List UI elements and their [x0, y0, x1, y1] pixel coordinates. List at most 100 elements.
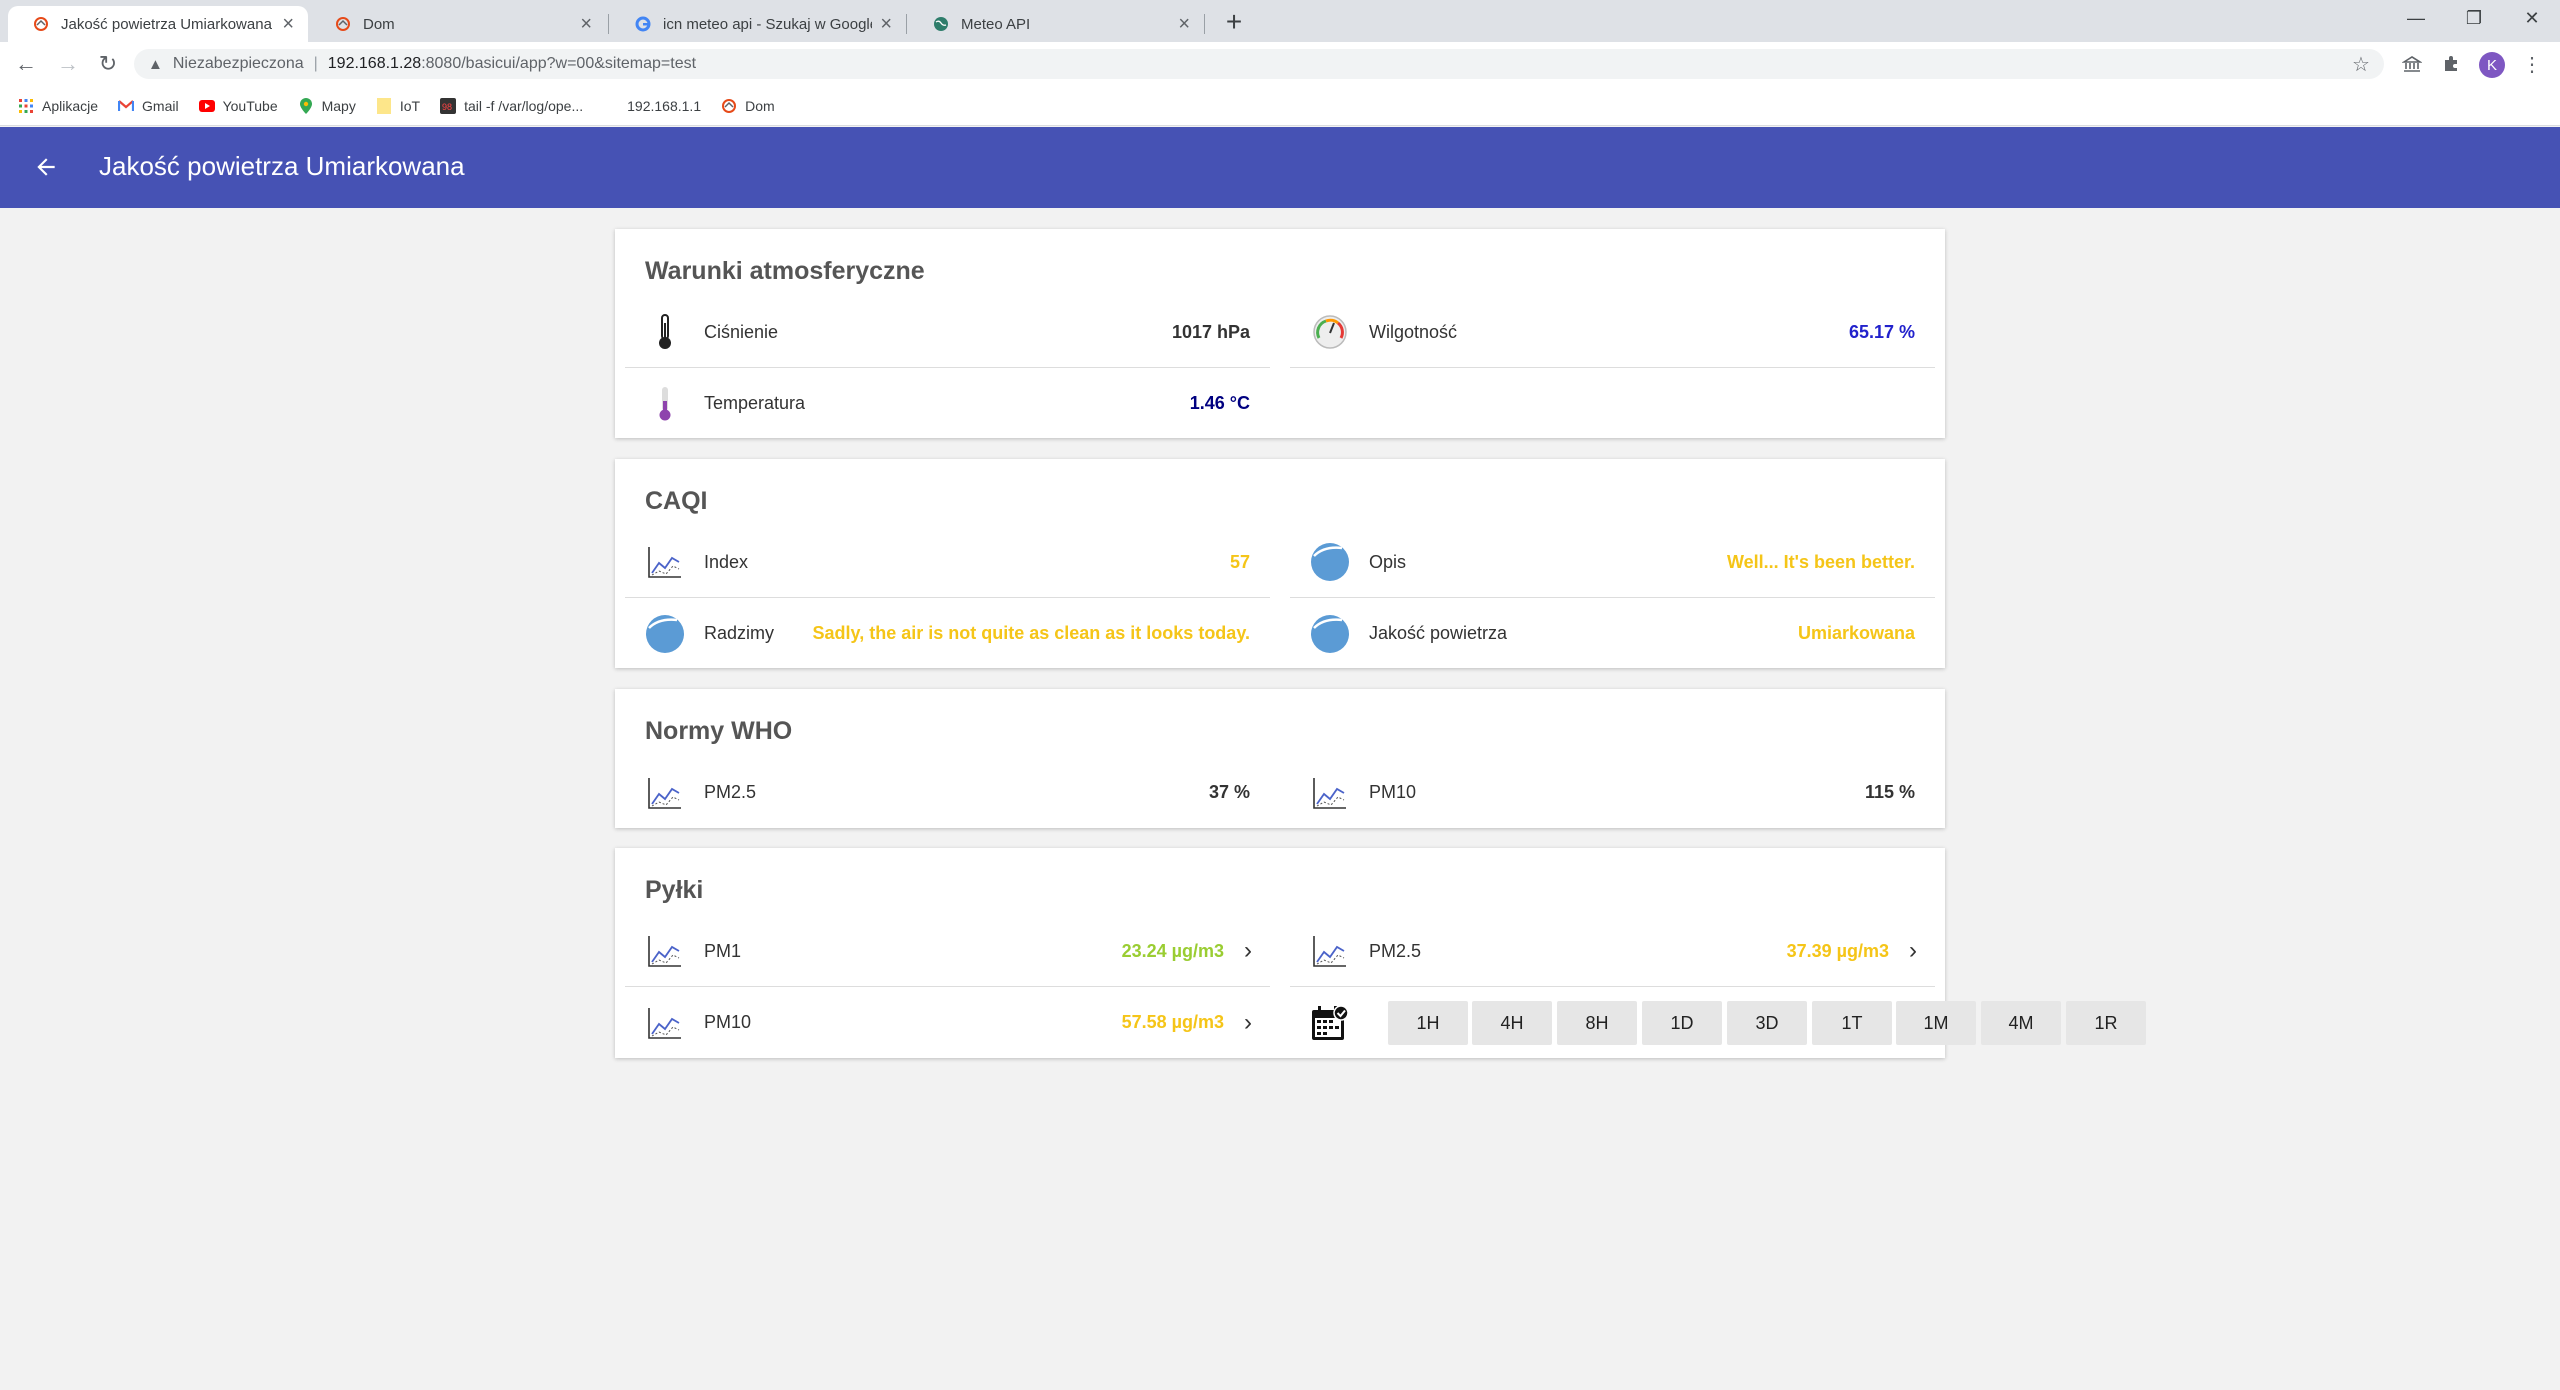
pressure-label: Ciśnienie — [704, 321, 779, 342]
period-button-4h[interactable]: 4H — [1472, 1001, 1552, 1045]
blank-page-icon — [603, 98, 619, 114]
chevron-right-icon[interactable]: › — [1230, 937, 1266, 965]
caqi-quality-row: Jakość powietrza Umiarkowana — [1290, 598, 1935, 669]
caqi-description-value: Well... It's been better. — [1727, 551, 1915, 572]
caqi-index-row: Index 57 — [625, 527, 1270, 598]
pollen-pm1-value: 23.24 µg/m3 — [1121, 940, 1224, 961]
bank-icon[interactable] — [2398, 50, 2426, 78]
browser-toolbar: ← → ↻ ▲ Niezabezpieczona | 192.168.1.28 … — [0, 42, 2560, 86]
close-tab-icon[interactable]: × — [580, 14, 592, 34]
caqi-advice-row: Radzimy Sadly, the air is not quite as c… — [625, 598, 1270, 669]
line-chart-icon — [645, 773, 685, 813]
thermometer-purple-icon — [645, 384, 685, 424]
page-title: Jakość powietrza Umiarkowana — [99, 151, 465, 181]
pollen-pm1-row[interactable]: PM1 23.24 µg/m3 › — [625, 916, 1270, 987]
who-pm25-value: 37 % — [1208, 782, 1250, 802]
youtube-icon — [198, 98, 215, 114]
bookmark-label: YouTube — [222, 97, 278, 114]
period-button-1r[interactable]: 1R — [2066, 1001, 2146, 1045]
who-pm10-label: PM10 — [1369, 782, 1417, 802]
section-who: Normy WHO PM2.5 37 % PM10 115 % — [615, 689, 1945, 828]
thermometer-dark-icon — [645, 312, 685, 352]
pollen-pm25-label: PM2.5 — [1369, 940, 1422, 961]
period-button-1t[interactable]: 1T — [1812, 1001, 1892, 1045]
browser-tab[interactable]: Dom × — [310, 6, 606, 42]
period-button-8h[interactable]: 8H — [1557, 1001, 1637, 1045]
close-tab-icon[interactable]: × — [880, 14, 892, 34]
bookmark-star-icon[interactable]: ☆ — [2347, 50, 2375, 78]
section-title: Normy WHO — [645, 717, 793, 745]
period-button-4m[interactable]: 4M — [1981, 1001, 2061, 1045]
tab-title: Dom — [363, 15, 395, 33]
close-tab-icon[interactable]: × — [1178, 14, 1190, 34]
bookmark-apps[interactable]: Aplikacje — [18, 98, 98, 114]
minimize-icon[interactable]: — — [2388, 0, 2444, 36]
separator: | — [313, 55, 318, 72]
chevron-right-icon[interactable]: › — [1895, 937, 1931, 965]
temperature-label: Temperatura — [704, 393, 806, 413]
close-tab-icon[interactable]: × — [282, 14, 294, 34]
bookmark-dom[interactable]: Dom — [721, 98, 775, 114]
back-arrow-icon[interactable]: ← — [10, 48, 42, 80]
bookmark-router[interactable]: 192.168.1.1 — [603, 98, 701, 114]
tab-separator — [906, 14, 907, 34]
who-pm25-row: PM2.5 37 % — [625, 757, 1270, 828]
profile-avatar[interactable]: K — [2479, 52, 2505, 78]
reload-icon[interactable]: ↻ — [92, 48, 124, 80]
blue-circle-icon — [645, 614, 685, 654]
tab-title: Meteo API — [961, 15, 1031, 33]
pollen-pm10-row[interactable]: PM10 57.58 µg/m3 › — [625, 987, 1270, 1058]
extensions-icon[interactable] — [2437, 50, 2465, 78]
bookmark-iot-folder[interactable]: IoT — [376, 97, 420, 114]
window-close-icon[interactable]: ✕ — [2504, 0, 2560, 36]
bookmark-label: Aplikacje — [42, 97, 99, 114]
pressure-value: 1017 hPa — [1171, 321, 1250, 342]
forward-arrow-icon[interactable]: → — [52, 48, 84, 80]
who-pm25-label: PM2.5 — [704, 782, 757, 802]
openhab-icon — [334, 16, 351, 33]
browser-tab-active[interactable]: Jakość powietrza Umiarkowana × — [8, 6, 308, 42]
maps-pin-icon — [298, 97, 314, 114]
section-title: Pyłki — [645, 876, 704, 904]
address-bar[interactable]: ▲ Niezabezpieczona | 192.168.1.28 :8080/… — [134, 49, 2384, 79]
temperature-value: 1.46 °C — [1189, 393, 1250, 413]
browser-tab[interactable]: icn meteo api - Szukaj w Google × — [610, 6, 906, 42]
caqi-advice-label: Radzimy — [704, 623, 775, 643]
caqi-description-label: Opis — [1369, 551, 1407, 572]
browser-tab[interactable]: Meteo API × — [908, 6, 1204, 42]
openhab-icon — [721, 98, 737, 114]
chevron-right-icon[interactable]: › — [1230, 1009, 1266, 1037]
line-chart-icon — [1310, 931, 1350, 971]
new-tab-icon[interactable]: + — [1218, 6, 1250, 38]
tab-separator — [608, 14, 609, 34]
blue-circle-icon — [1310, 614, 1350, 654]
line-chart-icon — [645, 931, 685, 971]
restore-icon[interactable]: ❐ — [2446, 0, 2502, 36]
period-button-1h[interactable]: 1H — [1388, 1001, 1468, 1045]
blue-circle-icon — [1310, 542, 1350, 582]
pollen-pm10-value: 57.58 µg/m3 — [1121, 1012, 1224, 1032]
warning-icon: ▲ — [148, 55, 163, 73]
section-caqi: CAQI Index 57 Opis Well... It's been bet… — [615, 459, 1945, 668]
back-arrow-icon[interactable] — [28, 149, 64, 185]
bookmark-tail-log[interactable]: 98 tail -f /var/log/ope... — [440, 97, 584, 114]
pollen-pm10-label: PM10 — [704, 1012, 752, 1032]
menu-dots-icon[interactable]: ⋮ — [2518, 50, 2546, 78]
globe-icon — [932, 16, 949, 33]
bookmark-label: Mapy — [321, 97, 356, 114]
section-atmosphere: Warunki atmosferyczne Ciśnienie 1017 hPa… — [615, 229, 1945, 438]
terminal-icon: 98 — [440, 97, 457, 114]
google-icon — [634, 16, 651, 33]
pollen-pm25-value: 37.39 µg/m3 — [1786, 940, 1889, 961]
bookmark-gmail[interactable]: Gmail — [118, 98, 179, 114]
temperature-row: Temperatura 1.46 °C — [625, 368, 1270, 439]
bookmark-youtube[interactable]: YouTube — [198, 97, 278, 114]
period-button-1d[interactable]: 1D — [1642, 1001, 1722, 1045]
pollen-pm25-row[interactable]: PM2.5 37.39 µg/m3 › — [1290, 916, 1935, 987]
gauge-icon — [1310, 312, 1350, 352]
period-button-3d[interactable]: 3D — [1727, 1001, 1807, 1045]
caqi-index-value: 57 — [1229, 551, 1250, 572]
bookmark-maps[interactable]: Mapy — [298, 97, 356, 114]
period-button-1m[interactable]: 1M — [1896, 1001, 1976, 1045]
bookmark-label: tail -f /var/log/ope... — [464, 97, 584, 114]
